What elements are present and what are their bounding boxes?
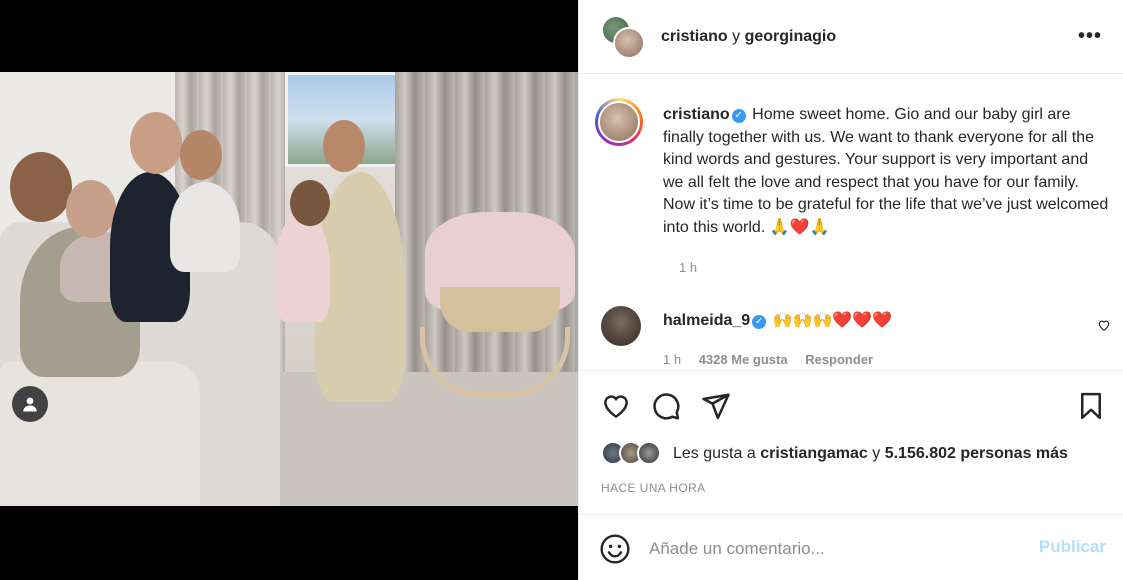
photo-head-boy	[10, 152, 72, 222]
comment-input[interactable]	[649, 535, 1029, 563]
post-timestamp[interactable]: HACE UNA HORA	[601, 481, 706, 495]
comment-bubble-icon[interactable]	[651, 391, 681, 421]
user-tag-button[interactable]	[12, 386, 48, 422]
likes-avatars	[601, 441, 665, 467]
comment-meta: 1 h 4328 Me gusta Responder	[663, 352, 887, 367]
likes-summary: Les gusta a cristiangamac y 5.156.802 pe…	[601, 440, 1068, 468]
comment-reply-button[interactable]: Responder	[805, 352, 873, 367]
photo-basket	[440, 287, 560, 332]
share-paper-plane-icon[interactable]	[701, 391, 731, 421]
caption-time[interactable]: 1 h	[679, 260, 697, 275]
comment-text: 🙌🙌🙌❤️❤️❤️	[772, 312, 893, 329]
photo-sofa-arm	[0, 362, 200, 506]
likes-user[interactable]: cristiangamac	[760, 445, 868, 462]
verified-badge-icon: ✓	[731, 109, 746, 123]
caption-username[interactable]: cristiano	[663, 106, 730, 123]
comment-likes[interactable]: 4328 Me gusta	[699, 352, 788, 367]
caption-avatar[interactable]	[595, 98, 643, 146]
avatar	[598, 101, 640, 143]
post-header: cristiano y georginagio •••	[579, 0, 1123, 74]
emoji-icon[interactable]	[599, 533, 631, 565]
header-user1[interactable]: cristiano	[661, 28, 728, 45]
avatar	[637, 441, 661, 465]
header-connector: y	[732, 27, 741, 45]
avatar	[613, 26, 645, 59]
photo-head-child	[180, 130, 222, 180]
header-user2[interactable]: georginagio	[745, 28, 837, 45]
likes-middle: y	[872, 445, 881, 462]
more-horizontal-icon[interactable]: •••	[1078, 26, 1102, 46]
likes-text: Les gusta a cristiangamac y 5.156.802 pe…	[673, 445, 1068, 463]
post-panel: cristiano y georginagio ••• cristiano ✓ H…	[578, 0, 1123, 580]
header-title: cristiano y georginagio	[661, 28, 836, 46]
photo-head-toddler	[290, 180, 330, 226]
comment-avatar[interactable]	[601, 306, 641, 346]
header-avatars[interactable]	[601, 14, 645, 59]
action-bar	[579, 370, 1123, 436]
comment-username[interactable]: halmeida_9	[663, 312, 750, 329]
photo-head-woman	[130, 112, 182, 174]
photo-person-toddler	[275, 212, 330, 322]
caption-text: Home sweet home. Gio and our baby girl a…	[663, 106, 1109, 236]
photo-person-child	[170, 182, 240, 272]
photo-head-man	[323, 120, 365, 172]
caption-text-block: cristiano ✓ Home sweet home. Gio and our …	[663, 104, 1113, 240]
person-icon	[23, 397, 37, 412]
save-bookmark-icon[interactable]	[1076, 391, 1106, 421]
likes-count[interactable]: 5.156.802 personas más	[885, 445, 1068, 462]
like-heart-icon[interactable]	[601, 391, 631, 421]
post-media	[0, 0, 578, 580]
comment-body: halmeida_9 ✓ 🙌🙌🙌❤️❤️❤️	[663, 310, 892, 330]
comment-item: halmeida_9 ✓ 🙌🙌🙌❤️❤️❤️ 1 h 4328 Me gusta …	[601, 306, 1111, 376]
photo-head-girl	[66, 180, 116, 238]
add-comment-bar: Publicar	[579, 514, 1123, 580]
publish-button[interactable]: Publicar	[1039, 537, 1106, 557]
comment-like-heart-icon[interactable]	[1097, 318, 1111, 332]
post-photo[interactable]	[0, 72, 578, 506]
verified-badge-icon: ✓	[752, 315, 767, 329]
likes-prefix: Les gusta a	[673, 445, 756, 462]
comment-time[interactable]: 1 h	[663, 352, 681, 367]
